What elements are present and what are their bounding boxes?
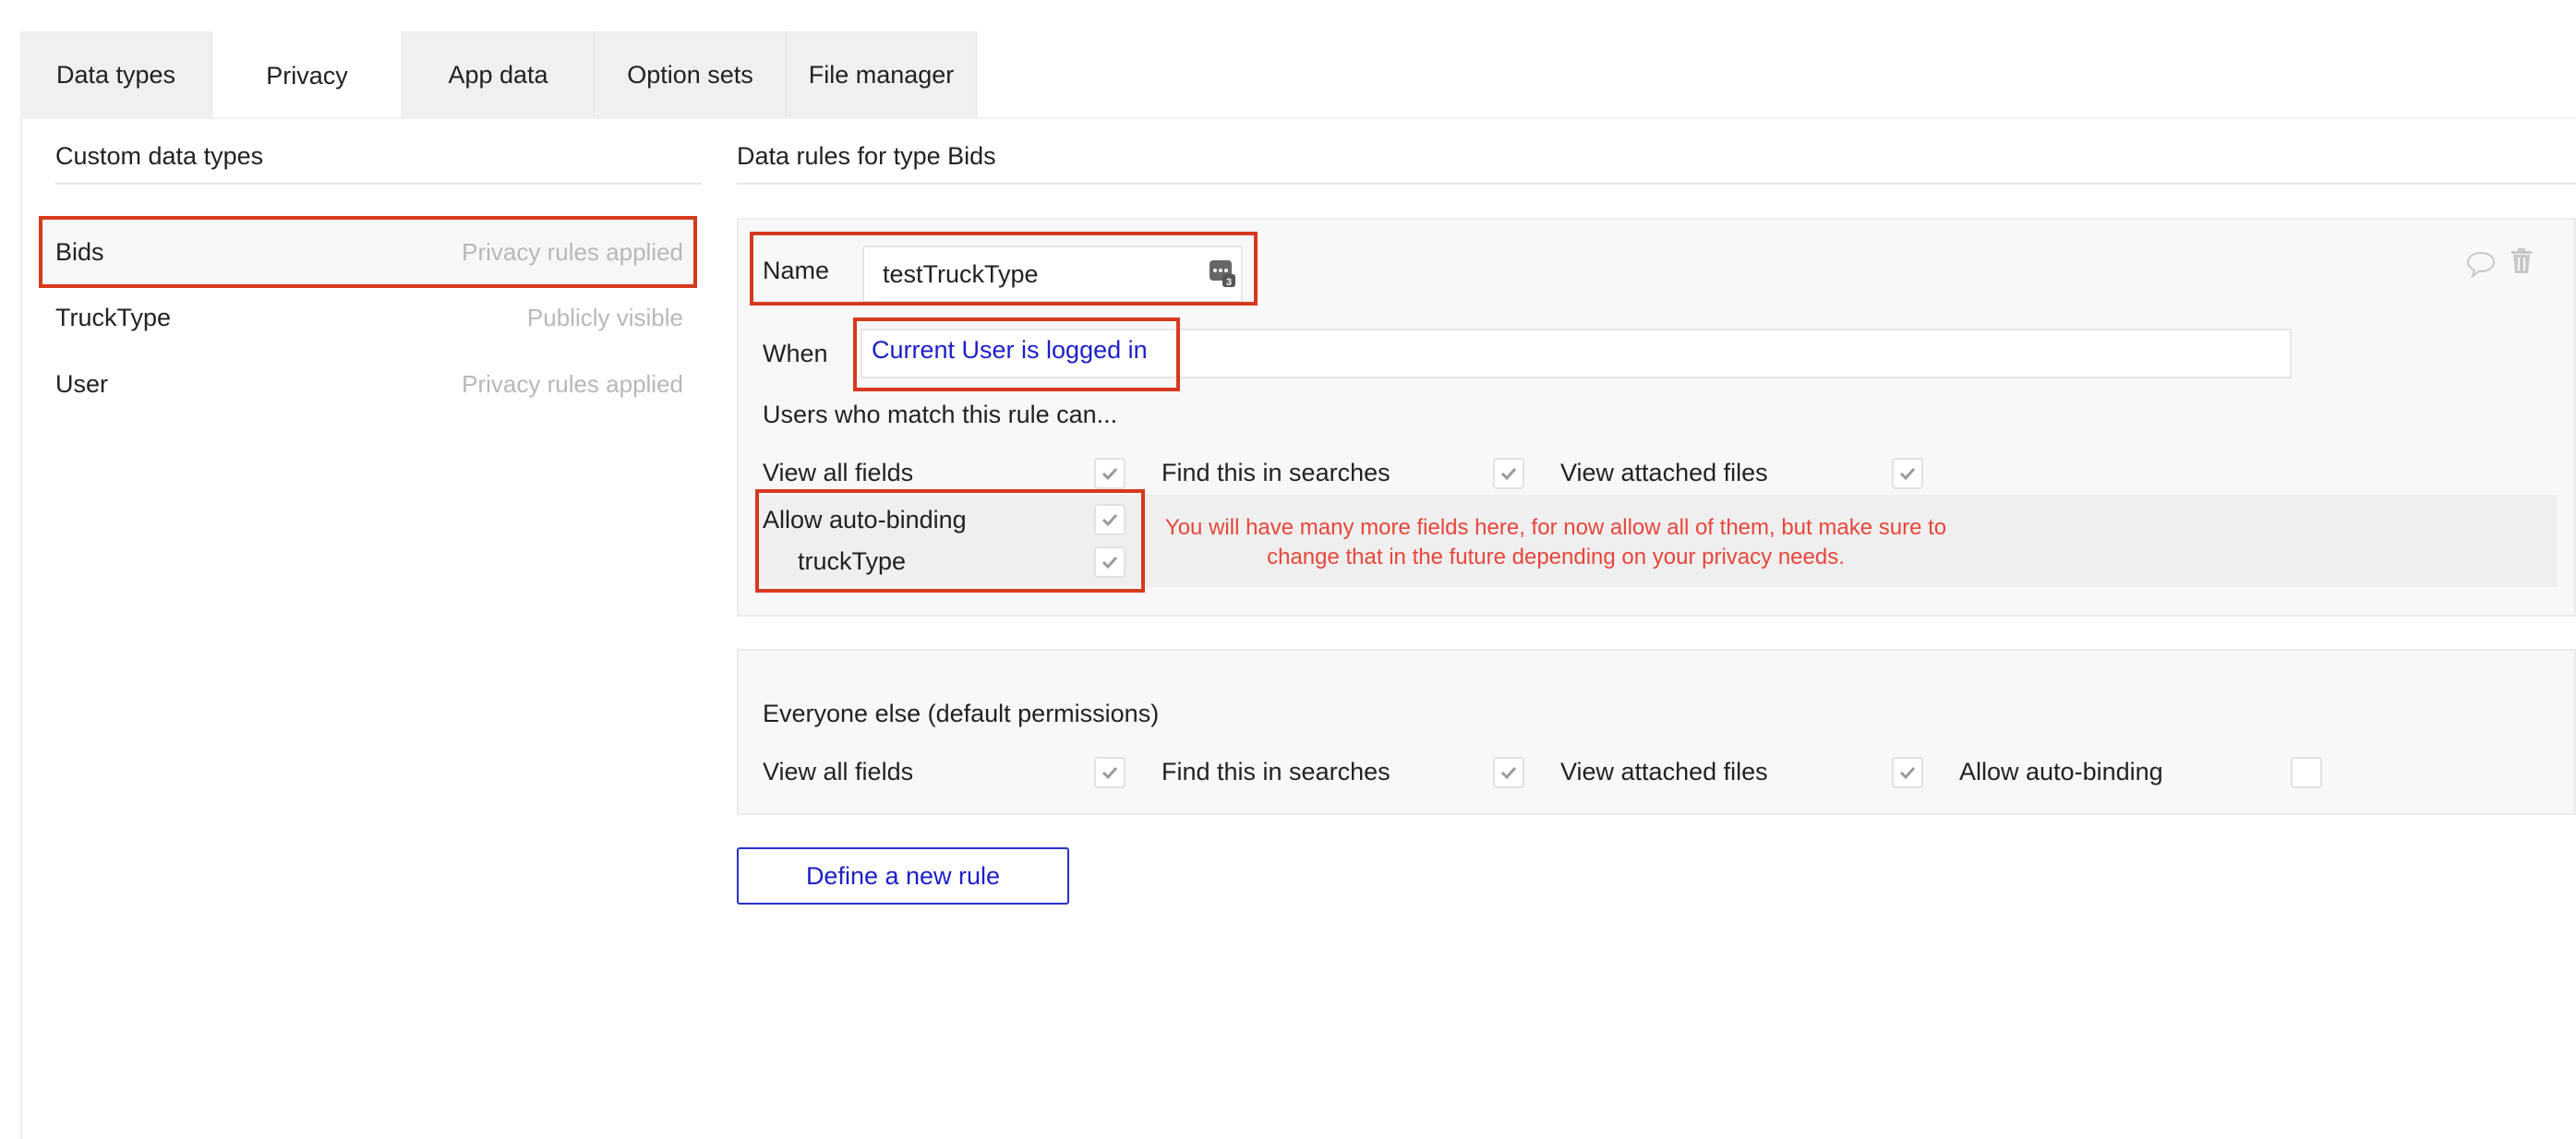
data-rules-title: Data rules for type Bids: [737, 142, 996, 170]
default-find-in-searches-checkbox[interactable]: [1493, 757, 1524, 788]
default-view-attached-files-checkbox[interactable]: [1892, 757, 1923, 788]
perm-view-all-fields-checkbox[interactable]: [1094, 458, 1125, 489]
perm-view-all-fields-label: View all fields: [763, 459, 914, 486]
tab-data-types[interactable]: Data types: [20, 31, 212, 118]
perm-find-in-searches-label: Find this in searches: [1162, 459, 1390, 486]
custom-data-types-title: Custom data types: [55, 142, 264, 170]
perm-find-in-searches-checkbox[interactable]: [1493, 458, 1524, 489]
default-view-all-fields-checkbox[interactable]: [1094, 757, 1125, 788]
tab-option-sets[interactable]: Option sets: [595, 31, 787, 118]
trash-icon[interactable]: [2510, 247, 2534, 280]
perm-view-attached-files-checkbox[interactable]: [1892, 458, 1923, 489]
comment-icon[interactable]: [2465, 249, 2497, 283]
content-left-border: [20, 118, 22, 1139]
default-allow-auto-binding-label: Allow auto-binding: [1959, 758, 2163, 785]
type-name: TruckType: [55, 303, 172, 331]
content-divider: [20, 117, 2576, 119]
annotation-highlight-auto-binding: [755, 489, 1145, 593]
annotation-highlight-when: [853, 318, 1180, 391]
type-name: User: [55, 369, 109, 398]
default-permissions-title: Everyone else (default permissions): [763, 700, 1160, 727]
default-view-all-fields-label: View all fields: [763, 758, 914, 785]
type-status: Publicly visible: [526, 303, 683, 331]
type-row-user[interactable]: User Privacy rules applied: [41, 351, 698, 417]
default-permissions-card: [737, 649, 2576, 815]
rule-when-label: When: [763, 340, 828, 367]
default-allow-auto-binding-checkbox[interactable]: [2291, 757, 2322, 788]
tab-bar: Data types Privacy App data Option sets …: [20, 31, 977, 120]
tab-privacy[interactable]: Privacy: [212, 31, 403, 120]
perm-view-attached-files-label: View attached files: [1560, 459, 1768, 486]
type-row-trucktype[interactable]: TruckType Publicly visible: [41, 284, 698, 351]
annotation-highlight-name: [750, 232, 1258, 306]
tab-app-data[interactable]: App data: [403, 31, 595, 118]
define-new-rule-button[interactable]: Define a new rule: [737, 847, 1069, 905]
annotation-note: You will have many more fields here, for…: [1164, 515, 1947, 570]
default-view-attached-files-label: View attached files: [1560, 758, 1768, 785]
default-find-in-searches-label: Find this in searches: [1162, 758, 1390, 785]
right-panel-divider: [737, 183, 2576, 185]
type-status: Privacy rules applied: [462, 369, 683, 398]
users-match-label: Users who match this rule can...: [763, 401, 1118, 428]
left-panel-divider: [55, 183, 702, 185]
tab-file-manager[interactable]: File manager: [787, 31, 977, 118]
annotation-highlight-bids: [39, 216, 697, 288]
